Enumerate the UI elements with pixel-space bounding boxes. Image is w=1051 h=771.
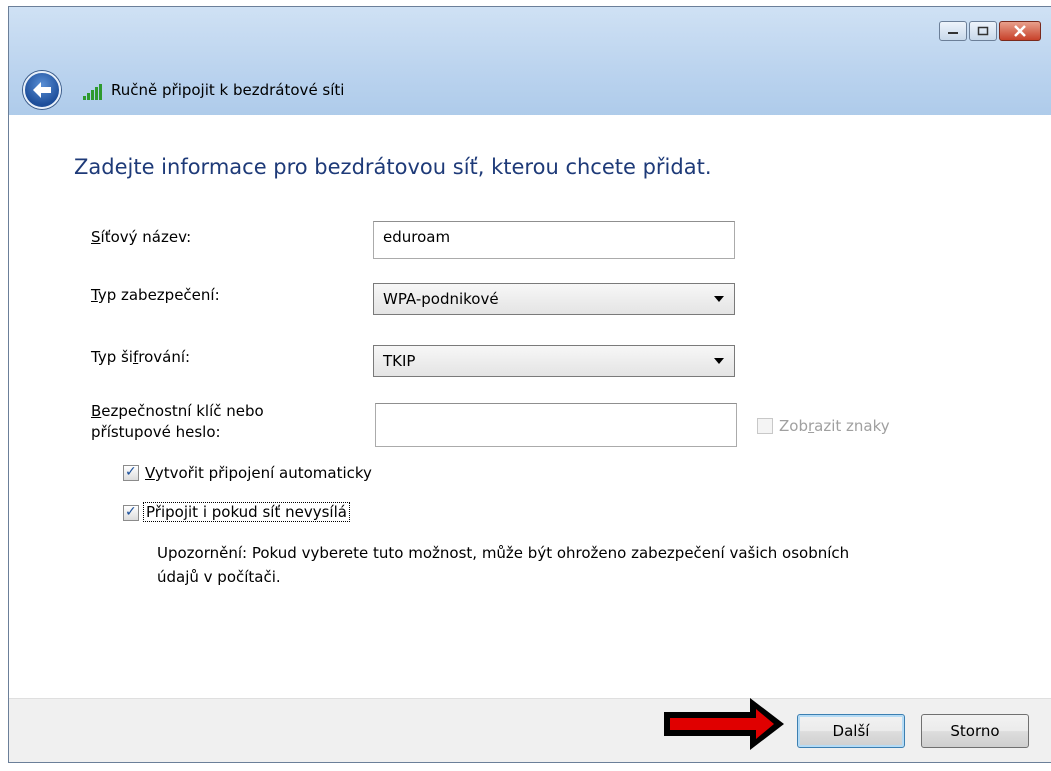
maximize-button[interactable] — [969, 21, 997, 41]
encryption-type-select[interactable]: TKIP — [373, 345, 735, 377]
checkmark-icon: ✓ — [125, 464, 137, 480]
warning-text: Upozornění: Pokud vyberete tuto možnost,… — [157, 544, 850, 586]
wifi-signal-icon — [83, 80, 103, 100]
auto-connect-checkbox[interactable]: ✓ — [123, 464, 139, 481]
wizard-title: Ručně připojit k bezdrátové síti — [111, 81, 345, 99]
maximize-icon — [977, 26, 989, 36]
back-arrow-icon — [33, 82, 51, 98]
connect-hidden-label: Připojit i pokud síť nevysílá — [143, 502, 350, 522]
navigation-bar: Ručně připojit k bezdrátové síti — [9, 65, 1051, 115]
security-key-input[interactable] — [375, 403, 737, 447]
next-button[interactable]: Další — [797, 714, 905, 748]
window-controls — [937, 21, 1041, 41]
title-bar — [9, 7, 1051, 45]
show-characters-label: Zobrazit znaky — [779, 417, 890, 435]
security-type-value: WPA-podnikové — [383, 290, 499, 308]
cancel-button[interactable]: Storno — [921, 714, 1029, 748]
minimize-icon — [948, 32, 958, 34]
show-characters-checkbox[interactable] — [757, 418, 773, 434]
dropdown-arrow-icon — [714, 296, 724, 302]
dropdown-arrow-icon — [714, 358, 724, 364]
encryption-type-label: Typ šifrování: — [91, 348, 191, 366]
content-area: Zadejte informace pro bezdrátovou síť, k… — [9, 115, 1051, 698]
page-heading: Zadejte informace pro bezdrátovou síť, k… — [74, 155, 712, 179]
close-icon — [1014, 25, 1026, 37]
window: Ručně připojit k bezdrátové síti Zadejte… — [8, 6, 1051, 763]
minimize-button[interactable] — [939, 21, 967, 41]
network-name-input[interactable]: eduroam — [373, 221, 735, 259]
checkmark-icon: ✓ — [125, 504, 137, 520]
network-name-label: Síťový název: — [91, 228, 192, 246]
button-bar: Další Storno — [9, 698, 1051, 762]
auto-connect-label: Vytvořit připojení automaticky — [145, 464, 372, 482]
back-button[interactable] — [23, 71, 61, 109]
close-button[interactable] — [999, 21, 1041, 41]
security-type-select[interactable]: WPA-podnikové — [373, 283, 735, 315]
annotation-arrow-icon — [664, 698, 784, 750]
security-key-label: Bezpečnostní klíč nebo přístupové heslo: — [91, 402, 264, 441]
security-type-label: Typ zabezpečení: — [91, 286, 220, 304]
connect-hidden-checkbox[interactable]: ✓ — [123, 504, 139, 521]
encryption-type-value: TKIP — [383, 352, 416, 370]
